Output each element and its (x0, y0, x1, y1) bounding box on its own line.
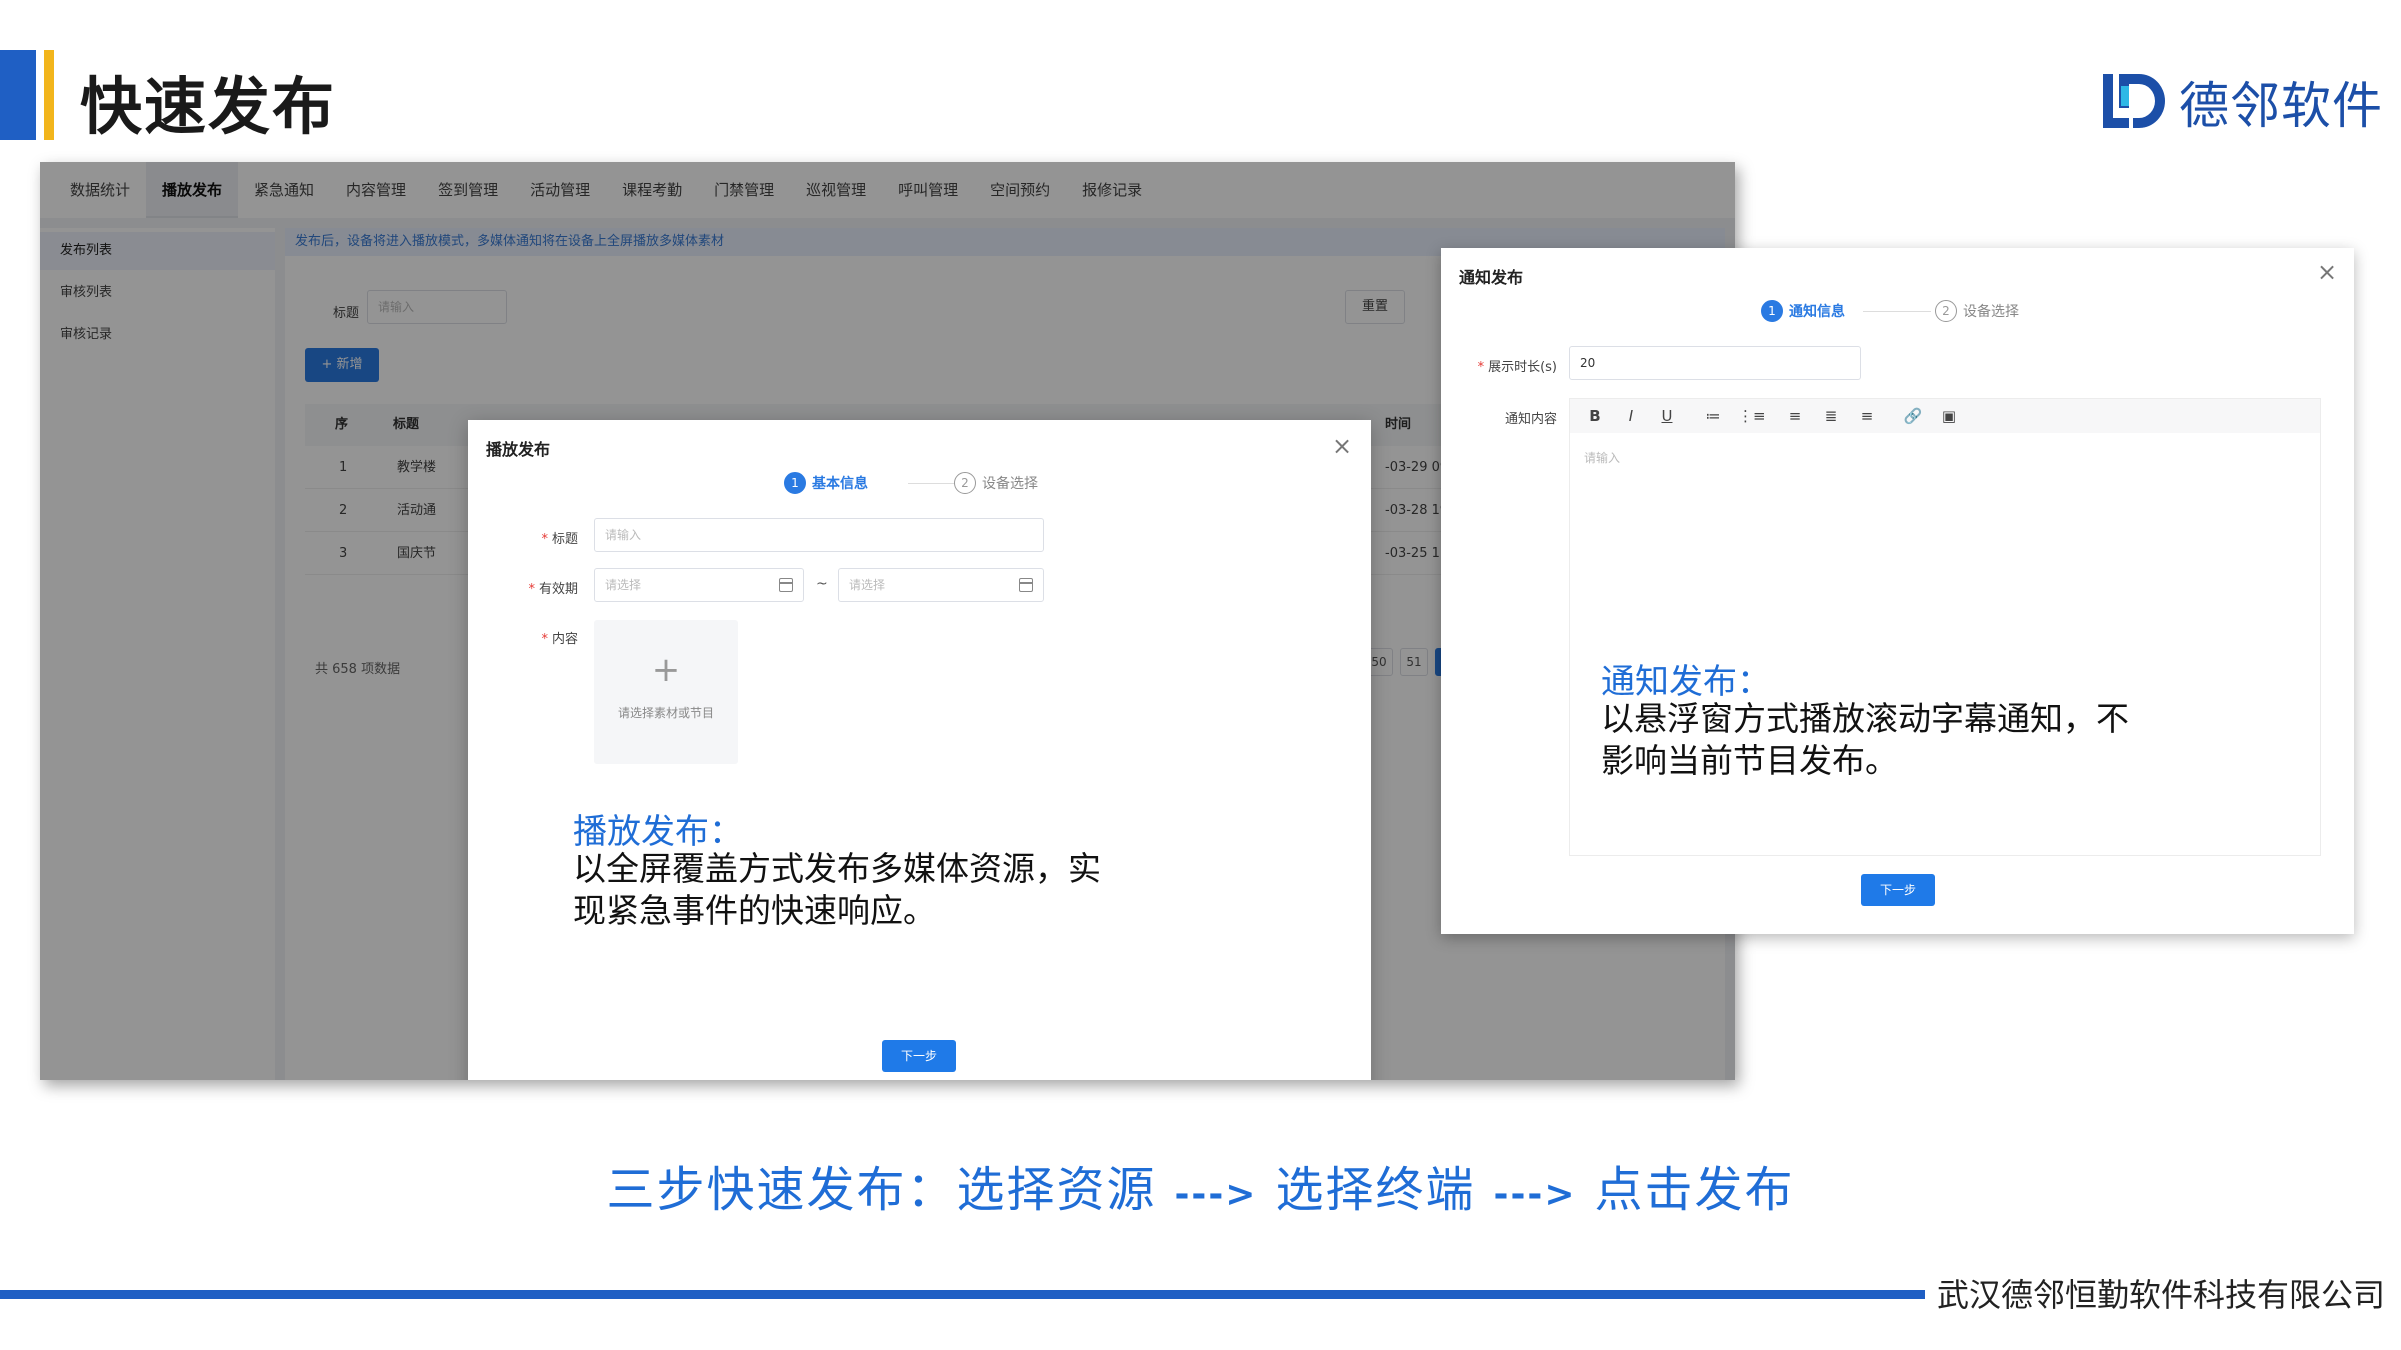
slide-title: 快速发布 (80, 70, 337, 143)
step-number: 1 (1761, 300, 1783, 322)
bullet-list-icon[interactable]: ≔ (1702, 407, 1724, 425)
plus-icon: + (651, 650, 681, 690)
step-number: 1 (784, 472, 806, 494)
annotation-line: 影响当前节目发布。 (1601, 741, 1898, 780)
duration-input[interactable]: 20 (1569, 346, 1861, 380)
slogan-part: 点击发布 (1594, 1162, 1795, 1218)
annotation-line: 以全屏覆盖方式发布多媒体资源，实 (573, 849, 1101, 888)
step-label: 通知信息 (1789, 304, 1845, 320)
link-icon[interactable]: 🔗 (1902, 407, 1924, 425)
step-label: 设备选择 (1963, 304, 2019, 320)
notice-content-label: 通知内容 (1504, 412, 1557, 427)
title-input[interactable]: 请输入 (594, 518, 1044, 552)
annotation-line: 以悬浮窗方式播放滚动字幕通知，不 (1601, 699, 2129, 738)
annotation-line: 现紧急事件的快速响应。 (573, 891, 936, 930)
numbered-list-icon[interactable]: ⋮≡ (1738, 407, 1766, 425)
start-date-picker[interactable]: 请选择 (594, 568, 804, 602)
step-number: 2 (954, 472, 976, 494)
step-device-select: 2 设备选择 (1935, 300, 2019, 322)
duration-label: * 展示时长(s) (1477, 360, 1557, 375)
close-icon[interactable]: × (1330, 434, 1354, 458)
next-step-button[interactable]: 下一步 (882, 1040, 956, 1072)
bold-icon[interactable]: B (1584, 407, 1606, 425)
step-notice-info: 1 通知信息 (1761, 300, 1845, 322)
footer-divider (0, 1290, 1925, 1299)
annotation-title: 播放发布： (573, 812, 743, 852)
slogan-part: 选择终端 (1275, 1162, 1476, 1218)
align-right-icon[interactable]: ≡ (1856, 407, 1878, 425)
content-field-label: * 内容 (541, 632, 578, 647)
align-left-icon[interactable]: ≡ (1784, 407, 1806, 425)
company-name: 武汉德邻恒勤软件科技有限公司 (1936, 1276, 2385, 1314)
logo-mark-icon (2103, 74, 2165, 128)
date-range-separator: ~ (816, 576, 828, 592)
step-connector (1863, 311, 1931, 312)
step-device-select: 2 设备选择 (954, 472, 1038, 494)
logo-text: 德邻软件 (2179, 77, 2383, 135)
image-icon[interactable]: ▣ (1938, 407, 1960, 425)
step-number: 2 (1935, 300, 1957, 322)
notice-publish-dialog: 通知发布 × 1 通知信息 2 设备选择 * 展示时长(s) 20 通知内容 B … (1441, 248, 2354, 934)
step-label: 设备选择 (982, 476, 1038, 492)
dialog-title: 通知发布 (1459, 268, 1524, 287)
editor-toolbar: B I U ≔ ⋮≡ ≡ ≣ ≡ 🔗 ▣ (1570, 399, 2320, 433)
material-upload-box[interactable]: + 请选择素材或节目 (594, 620, 738, 764)
next-step-button[interactable]: 下一步 (1861, 874, 1935, 906)
valid-period-label: * 有效期 (528, 582, 578, 597)
arrow: ---> (1493, 1174, 1577, 1215)
underline-icon[interactable]: U (1656, 407, 1678, 425)
dialog-title: 播放发布 (486, 440, 551, 459)
arrow: ---> (1174, 1174, 1258, 1215)
upload-hint: 请选择素材或节目 (617, 706, 714, 720)
title-accent-bar (0, 50, 36, 140)
step-basic-info: 1 基本信息 (784, 472, 868, 494)
title-accent-bar-gold (44, 50, 54, 140)
align-center-icon[interactable]: ≣ (1820, 407, 1842, 425)
editor-placeholder: 请输入 (1584, 451, 1621, 465)
italic-icon[interactable]: I (1620, 407, 1642, 425)
step-label: 基本信息 (812, 476, 868, 492)
step-connector (908, 483, 960, 484)
title-field-label: * 标题 (541, 532, 578, 547)
company-logo: 德邻软件 (2103, 66, 2383, 138)
end-date-picker[interactable]: 请选择 (838, 568, 1044, 602)
rich-text-editor[interactable]: B I U ≔ ⋮≡ ≡ ≣ ≡ 🔗 ▣ 请输入 (1569, 398, 2321, 856)
slogan: 三步快速发布：选择资源 ---> 选择终端 ---> 点击发布 (0, 1150, 2401, 1220)
play-publish-dialog: 播放发布 × 1 基本信息 2 设备选择 * 标题 请输入 * 有效期 请选择 ~ … (468, 420, 1371, 1080)
calendar-icon (1019, 578, 1033, 592)
calendar-icon (779, 578, 793, 592)
close-icon[interactable]: × (2315, 260, 2339, 284)
annotation-title: 通知发布： (1601, 662, 1771, 702)
slogan-part: 三步快速发布：选择资源 (606, 1162, 1157, 1218)
